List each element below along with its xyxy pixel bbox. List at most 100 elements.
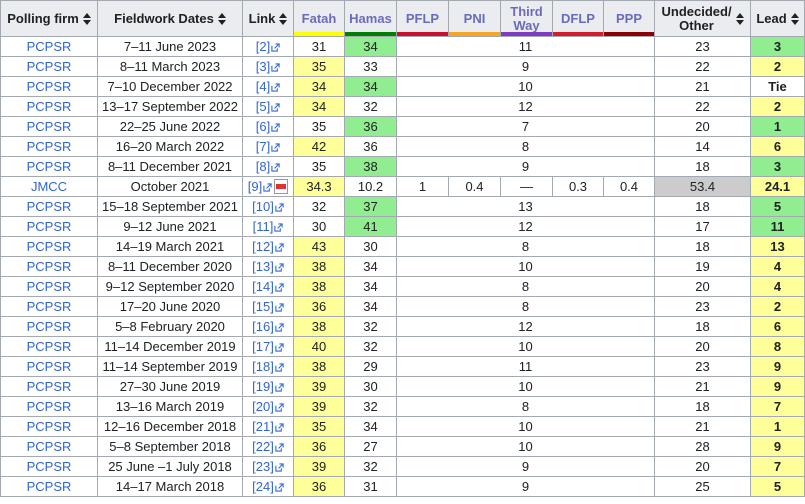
polling-firm-link[interactable]: PCPSR xyxy=(27,399,72,414)
table-row: PCPSR 14–17 March 2018 [24] 36 31 9 25 5 xyxy=(0,476,805,497)
column-header-pni[interactable]: PNI xyxy=(448,0,501,37)
reference-link[interactable]: [22] xyxy=(252,439,284,454)
party-name-pflp[interactable]: PFLP xyxy=(406,11,439,26)
reference-link[interactable]: [3] xyxy=(256,59,280,74)
reference-link[interactable]: [8] xyxy=(256,159,280,174)
party-color-bar-pflp xyxy=(397,32,448,36)
column-header-label: Lead xyxy=(756,10,787,26)
polling-firm-link[interactable]: PCPSR xyxy=(27,39,72,54)
sort-icon[interactable] xyxy=(217,12,226,25)
external-link-icon xyxy=(275,243,284,252)
column-header-fatah[interactable]: Fatah xyxy=(293,0,345,37)
polling-firm-cell: PCPSR xyxy=(0,456,98,477)
reference-link[interactable]: [13] xyxy=(252,259,284,274)
lead-value-cell: 1 xyxy=(750,416,805,437)
reference-link[interactable]: [11] xyxy=(253,219,284,234)
sort-icon[interactable] xyxy=(790,12,799,25)
polling-firm-link[interactable]: PCPSR xyxy=(27,119,72,134)
polling-firm-link[interactable]: JMCC xyxy=(31,179,67,194)
party-name-third-way[interactable]: Third Way xyxy=(507,4,547,33)
table-row: PCPSR 11–14 December 2019 [17] 40 32 10 20 8 xyxy=(0,336,805,357)
external-link-icon xyxy=(271,43,280,52)
reference-label: [23] xyxy=(252,459,274,474)
party-name-hamas[interactable]: Hamas xyxy=(349,11,392,26)
other-parties-combined-cell: 10 xyxy=(396,436,655,457)
external-link-icon xyxy=(271,163,280,172)
reference-link[interactable]: [16] xyxy=(252,319,284,334)
party-color-bar-dflp xyxy=(553,32,603,36)
column-header-hamas[interactable]: Hamas xyxy=(344,0,397,37)
reference-link[interactable]: [2] xyxy=(256,39,280,54)
other-parties-combined-cell: 12 xyxy=(396,96,655,117)
reference-label: [15] xyxy=(252,299,274,314)
polling-firm-link[interactable]: PCPSR xyxy=(27,79,72,94)
fatah-value-cell: 36 xyxy=(293,436,345,457)
polling-firm-link[interactable]: PCPSR xyxy=(27,219,72,234)
column-header-pflp[interactable]: PFLP xyxy=(396,0,449,37)
reference-label: [20] xyxy=(252,399,274,414)
reference-link[interactable]: [20] xyxy=(252,399,284,414)
column-header-third-way[interactable]: Third Way xyxy=(500,0,553,37)
polling-firm-link[interactable]: PCPSR xyxy=(27,299,72,314)
reference-label: [18] xyxy=(252,359,274,374)
sort-icon[interactable] xyxy=(82,12,91,25)
reference-link-cell: [5] xyxy=(242,96,294,117)
lead-value-cell: 24.1 xyxy=(750,176,805,197)
column-header-lead[interactable]: Lead xyxy=(750,0,805,37)
table-row: PCPSR 9–12 September 2020 [14] 38 34 8 20 4 xyxy=(0,276,805,297)
polling-firm-link[interactable]: PCPSR xyxy=(27,139,72,154)
reference-link[interactable]: [9] xyxy=(248,179,289,194)
column-header-link[interactable]: Link xyxy=(242,0,294,37)
column-header-ppp[interactable]: PPP xyxy=(603,0,655,37)
party-name-fatah[interactable]: Fatah xyxy=(302,11,337,26)
party-name-ppp[interactable]: PPP xyxy=(616,11,642,26)
polling-firm-link[interactable]: PCPSR xyxy=(27,239,72,254)
sort-icon[interactable] xyxy=(279,12,288,25)
fieldwork-dates-cell: 25 June –1 July 2018 xyxy=(97,456,243,477)
column-header-dflp[interactable]: DFLP xyxy=(552,0,604,37)
reference-link[interactable]: [21] xyxy=(252,419,284,434)
polling-firm-link[interactable]: PCPSR xyxy=(27,339,72,354)
reference-link[interactable]: [7] xyxy=(256,139,280,154)
polling-firm-link[interactable]: PCPSR xyxy=(27,99,72,114)
reference-link-cell: [20] xyxy=(242,396,294,417)
reference-link[interactable]: [14] xyxy=(252,279,284,294)
polling-firm-link[interactable]: PCPSR xyxy=(27,459,72,474)
polling-firm-link[interactable]: PCPSR xyxy=(27,259,72,274)
party-name-dflp[interactable]: DFLP xyxy=(561,11,595,26)
polling-firm-link[interactable]: PCPSR xyxy=(27,439,72,454)
polling-firm-cell: PCPSR xyxy=(0,156,98,177)
polling-firm-link[interactable]: PCPSR xyxy=(27,379,72,394)
polling-firm-link[interactable]: PCPSR xyxy=(27,159,72,174)
column-header-fieldwork-dates[interactable]: Fieldwork Dates xyxy=(97,0,243,37)
other-parties-combined-cell: 10 xyxy=(396,376,655,397)
polling-firm-link[interactable]: PCPSR xyxy=(27,319,72,334)
reference-link[interactable]: [4] xyxy=(256,79,280,94)
sort-icon[interactable] xyxy=(735,12,744,25)
reference-link[interactable]: [17] xyxy=(252,339,284,354)
party-name-pni[interactable]: PNI xyxy=(464,11,486,26)
reference-link[interactable]: [18] xyxy=(252,359,284,374)
reference-link[interactable]: [6] xyxy=(256,119,280,134)
external-link-icon xyxy=(275,283,284,292)
polling-firm-link[interactable]: PCPSR xyxy=(27,279,72,294)
polling-firm-link[interactable]: PCPSR xyxy=(27,359,72,374)
polling-firm-link[interactable]: PCPSR xyxy=(27,199,72,214)
reference-label: [17] xyxy=(252,339,274,354)
hamas-value-cell: 34 xyxy=(344,416,397,437)
reference-link[interactable]: [12] xyxy=(252,239,284,254)
column-header-polling-firm[interactable]: Polling firm xyxy=(0,0,98,37)
lead-value-cell: 2 xyxy=(750,296,805,317)
polling-firm-link[interactable]: PCPSR xyxy=(27,419,72,434)
reference-link[interactable]: [10] xyxy=(252,199,284,214)
reference-link[interactable]: [19] xyxy=(252,379,284,394)
undecided-value-cell: 21 xyxy=(654,416,751,437)
column-header-undecided[interactable]: Undecided/ Other xyxy=(654,0,751,37)
reference-link[interactable]: [24] xyxy=(252,479,284,494)
lead-value-cell: 5 xyxy=(750,476,805,497)
reference-link[interactable]: [23] xyxy=(252,459,284,474)
reference-link[interactable]: [15] xyxy=(252,299,284,314)
polling-firm-link[interactable]: PCPSR xyxy=(27,479,72,494)
polling-firm-link[interactable]: PCPSR xyxy=(27,59,72,74)
reference-link[interactable]: [5] xyxy=(256,99,280,114)
